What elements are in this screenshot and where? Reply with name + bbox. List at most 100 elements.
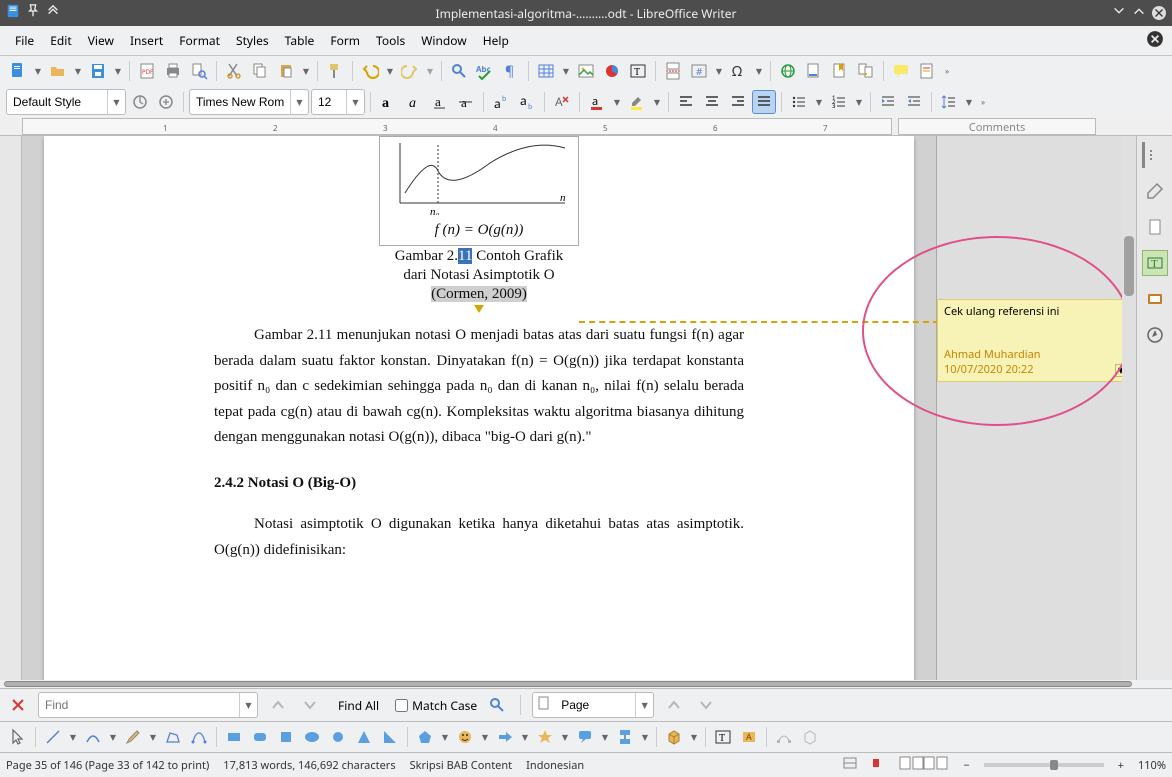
rectangle-tool[interactable] [222, 725, 246, 749]
italic-button[interactable]: a [402, 90, 426, 114]
maximize-button[interactable] [1132, 4, 1146, 22]
menu-table[interactable]: Table [278, 29, 322, 52]
copy-button[interactable] [248, 59, 272, 83]
status-style[interactable]: Skripsi BAB Content [410, 758, 513, 773]
3d-dropdown[interactable]: ▼ [688, 726, 700, 748]
figure-frame[interactable]: n n₀ f (n) = O(g(n)) [379, 136, 579, 246]
new-style-button[interactable] [154, 90, 178, 114]
symbol-shapes-tool[interactable] [453, 725, 477, 749]
sidebar-toggle[interactable] [1142, 142, 1168, 168]
bullet-list-button[interactable] [787, 90, 811, 114]
callout-dropdown[interactable]: ▼ [599, 726, 611, 748]
extrusion-tool[interactable] [798, 725, 822, 749]
highlight-button[interactable] [625, 90, 649, 114]
menu-window[interactable]: Window [414, 29, 474, 52]
line-dropdown[interactable]: ▼ [67, 726, 79, 748]
status-selection-mode[interactable] [871, 757, 885, 773]
font-size-input[interactable] [312, 93, 346, 111]
nav-prev-button[interactable] [662, 693, 686, 717]
menu-insert[interactable]: Insert [123, 29, 170, 52]
bold-button[interactable]: a [376, 90, 400, 114]
properties-panel-button[interactable] [1142, 178, 1168, 204]
insert-page-break-button[interactable] [661, 59, 685, 83]
menu-help[interactable]: Help [476, 29, 516, 52]
find-all-button[interactable]: Find All [330, 694, 387, 717]
find-prev-button[interactable] [266, 693, 290, 717]
right-triangle-tool[interactable] [378, 725, 402, 749]
status-words[interactable]: 17,813 words, 146,692 characters [223, 758, 395, 773]
redo-dropdown[interactable]: ▼ [424, 60, 436, 82]
format-overflow[interactable]: » [977, 91, 989, 113]
decrease-indent-button[interactable] [902, 90, 926, 114]
paragraph-style-input[interactable] [7, 93, 107, 111]
star-shapes-tool[interactable] [533, 725, 557, 749]
paste-dropdown[interactable]: ▼ [300, 60, 312, 82]
vertical-ruler[interactable] [0, 136, 22, 680]
curve-dropdown[interactable]: ▼ [107, 726, 119, 748]
insert-hyperlink-button[interactable] [776, 59, 800, 83]
font-name-combo[interactable]: ▼ [189, 89, 309, 115]
line-spacing-button[interactable] [937, 90, 961, 114]
flowchart-shapes-tool[interactable] [613, 725, 637, 749]
find-replace-dialog-button[interactable] [485, 693, 509, 717]
subscript-button[interactable]: ab [515, 90, 539, 114]
status-language[interactable]: Indonesian [526, 758, 584, 773]
zoom-in-button[interactable]: + [1118, 758, 1124, 773]
align-justify-button[interactable] [752, 90, 776, 114]
menu-styles[interactable]: Styles [229, 29, 276, 52]
superscript-button[interactable]: ab [489, 90, 513, 114]
arrow-shapes-tool[interactable] [493, 725, 517, 749]
highlight-dropdown[interactable]: ▼ [651, 91, 663, 113]
special-char-dropdown[interactable]: ▼ [753, 60, 765, 82]
font-size-combo[interactable]: ▼ [311, 89, 365, 115]
redo-button[interactable] [398, 59, 422, 83]
new-dropdown[interactable]: ▼ [32, 60, 44, 82]
undo-button[interactable] [358, 59, 382, 83]
paste-button[interactable] [274, 59, 298, 83]
open-button[interactable] [46, 59, 70, 83]
star-shapes-dropdown[interactable]: ▼ [559, 726, 571, 748]
open-dropdown[interactable]: ▼ [72, 60, 84, 82]
basic-shapes-tool[interactable] [413, 725, 437, 749]
navigator-panel-button[interactable] [1142, 322, 1168, 348]
numbered-list-button[interactable]: 123 [827, 90, 851, 114]
undo-dropdown[interactable]: ▼ [384, 60, 396, 82]
close-document-button[interactable] [1146, 30, 1164, 52]
status-page[interactable]: Page 35 of 146 (Page 33 of 142 to print) [6, 758, 209, 773]
find-next-button[interactable] [298, 693, 322, 717]
styles-panel-button[interactable]: T [1142, 250, 1168, 276]
match-case-checkbox[interactable]: Match Case [395, 697, 477, 714]
menu-file[interactable]: File [8, 29, 41, 52]
find-input[interactable] [39, 696, 239, 714]
find-replace-button[interactable] [447, 59, 471, 83]
align-left-button[interactable] [674, 90, 698, 114]
insert-comment-button[interactable] [889, 59, 913, 83]
insert-image-button[interactable] [574, 59, 598, 83]
pdf-export-button[interactable]: PDF [135, 59, 159, 83]
insert-text-box-button[interactable]: T [626, 59, 650, 83]
circle-tool[interactable] [326, 725, 350, 749]
pin-icon[interactable] [26, 4, 40, 22]
insert-cross-ref-button[interactable] [854, 59, 878, 83]
status-view-layout[interactable] [899, 756, 949, 774]
menu-tools[interactable]: Tools [369, 29, 412, 52]
font-color-button[interactable]: a [585, 90, 609, 114]
numbered-dropdown[interactable]: ▼ [853, 91, 865, 113]
track-changes-button[interactable] [915, 59, 939, 83]
horizontal-ruler[interactable]: 123 456 7 Comments [0, 118, 1172, 136]
line-tool[interactable] [41, 725, 65, 749]
insert-table-button[interactable] [534, 59, 558, 83]
callout-shapes-tool[interactable] [573, 725, 597, 749]
insert-bookmark-button[interactable] [828, 59, 852, 83]
3d-objects-tool[interactable] [662, 725, 686, 749]
menu-form[interactable]: Form [323, 29, 367, 52]
select-tool[interactable] [6, 725, 30, 749]
freeform-tool[interactable] [121, 725, 145, 749]
underline-button[interactable]: a [428, 90, 452, 114]
zoom-out-button[interactable]: − [963, 758, 969, 773]
chevron-up-icon[interactable] [46, 4, 60, 22]
menu-edit[interactable]: Edit [43, 29, 78, 52]
triangle-tool[interactable] [352, 725, 376, 749]
ellipse-tool[interactable] [300, 725, 324, 749]
bullet-dropdown[interactable]: ▼ [813, 91, 825, 113]
